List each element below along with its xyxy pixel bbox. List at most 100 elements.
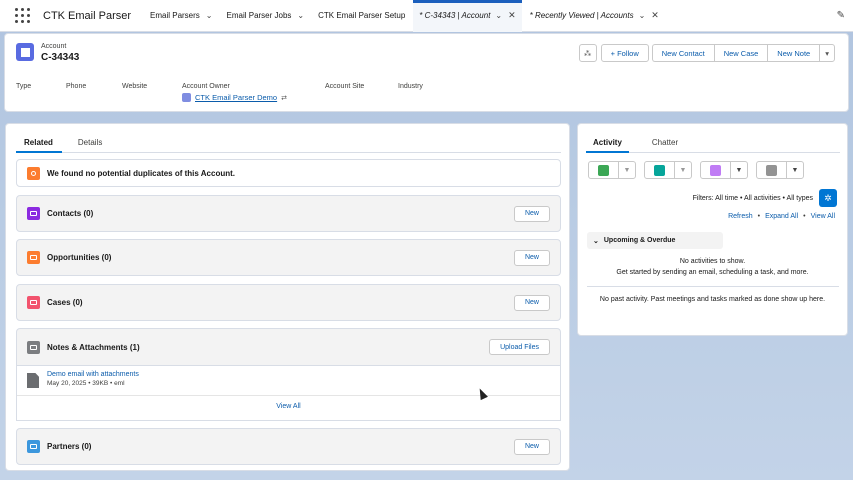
- attachment-meta: May 20, 2025 • 39KB • eml: [47, 380, 125, 387]
- chevron-down-icon[interactable]: ⌄: [639, 11, 646, 20]
- new-case-button[interactable]: New Case: [713, 44, 768, 62]
- chevron-down-icon[interactable]: ▼: [731, 162, 747, 178]
- send-email-button[interactable]: ▼: [756, 161, 804, 179]
- change-owner-icon[interactable]: ⇄: [281, 94, 287, 102]
- get-started-text: Get started by sending an email, schedul…: [616, 269, 809, 276]
- field-label: Type: [16, 83, 32, 90]
- log-call-button[interactable]: ▼: [644, 161, 692, 179]
- refresh-link[interactable]: Refresh: [728, 213, 753, 220]
- record-actions: ⁂ + Follow New Contact New Case New Note…: [578, 44, 835, 62]
- new-contact-button[interactable]: New Contact: [651, 44, 714, 62]
- view-all-attachments-link[interactable]: View All: [17, 403, 560, 410]
- nav-tab-email-parser-jobs[interactable]: Email Parser Jobs ⌄: [221, 0, 311, 32]
- highlights-fields: Type Phone Website Account Owner CTK Ema…: [16, 83, 836, 107]
- notes-icon: [27, 340, 40, 354]
- new-event-button[interactable]: ▼: [700, 161, 748, 179]
- tab-related[interactable]: Related: [16, 132, 62, 153]
- nav-tab-label: * C-34343 | Account: [419, 11, 491, 20]
- close-icon[interactable]: ✕: [508, 10, 516, 21]
- chevron-down-icon[interactable]: ▼: [787, 162, 803, 178]
- tab-activity[interactable]: Activity: [586, 132, 629, 153]
- upload-files-button[interactable]: Upload Files: [489, 339, 550, 355]
- filter-settings-gear-icon[interactable]: ✲: [819, 189, 837, 207]
- global-nav: CTK Email Parser Email Parsers ⌄ Email P…: [0, 0, 853, 32]
- field-label: Account Site: [325, 83, 365, 90]
- new-opportunity-button[interactable]: New: [513, 249, 550, 266]
- attachment-link[interactable]: Demo email with attachments: [47, 371, 139, 378]
- related-panel: Related Details We found no potential du…: [5, 123, 570, 471]
- new-note-button[interactable]: New Note: [767, 44, 820, 62]
- duplicates-message: We found no potential duplicates of this…: [47, 168, 235, 178]
- log-task-button[interactable]: ▼: [588, 161, 636, 179]
- card-title[interactable]: Partners (0): [47, 442, 91, 451]
- list-item: Demo email with attachments May 20, 2025…: [27, 371, 139, 388]
- field-industry: Industry: [398, 83, 423, 90]
- field-label: Account Owner: [182, 83, 230, 90]
- case-briefcase-icon: [27, 296, 40, 309]
- object-type: Account: [41, 43, 67, 50]
- field-label: Phone: [66, 83, 87, 90]
- nav-tab-label: Email Parsers: [150, 11, 200, 20]
- partners-card: Partners (0) New: [16, 428, 561, 465]
- more-actions-button[interactable]: ▾: [819, 44, 835, 62]
- new-partner-button[interactable]: New: [513, 438, 550, 455]
- card-title[interactable]: Opportunities (0): [47, 253, 111, 262]
- card-title[interactable]: Cases (0): [47, 298, 83, 307]
- app-launcher-icon[interactable]: [15, 7, 31, 24]
- activity-panel: Activity Chatter ▼ ▼ ▼ ▼ Filters: All ti…: [577, 123, 848, 336]
- email-icon: [766, 164, 777, 176]
- separator-dot: •: [803, 213, 806, 220]
- chevron-down-icon[interactable]: ⌄: [495, 11, 502, 20]
- chevron-down-icon[interactable]: ⌄: [206, 11, 213, 20]
- follow-button[interactable]: + Follow: [600, 44, 649, 62]
- field-website: Website: [122, 83, 147, 90]
- tab-details[interactable]: Details: [70, 132, 111, 153]
- partner-icon: [27, 440, 40, 453]
- close-icon[interactable]: ✕: [651, 10, 659, 21]
- tab-chatter[interactable]: Chatter: [645, 132, 685, 153]
- owner-value[interactable]: CTK Email Parser Demo ⇄: [182, 93, 287, 102]
- chevron-down-icon[interactable]: ▼: [619, 162, 635, 178]
- hierarchy-icon: ⁂: [583, 48, 592, 58]
- duplicate-warning-icon: [27, 166, 40, 180]
- chevron-down-icon[interactable]: ⌄: [297, 11, 304, 20]
- field-label: Website: [122, 83, 148, 90]
- hierarchy-button[interactable]: ⁂: [578, 44, 597, 62]
- new-contact-related-button[interactable]: New: [513, 205, 550, 222]
- nav-tab-email-parsers[interactable]: Email Parsers ⌄: [144, 0, 219, 32]
- nav-tab-account-record[interactable]: * C-34343 | Account ⌄ ✕: [413, 0, 522, 32]
- card-title[interactable]: Notes & Attachments (1): [47, 343, 140, 352]
- field-account-site: Account Site: [325, 83, 364, 90]
- right-tabset: Activity Chatter: [586, 132, 840, 153]
- contact-icon: [27, 207, 40, 220]
- notes-attachments-card: Notes & Attachments (1) Upload Files: [16, 328, 561, 366]
- file-icon: [27, 373, 39, 388]
- cases-card: Cases (0) New: [16, 284, 561, 321]
- user-avatar-icon: [182, 93, 191, 102]
- nav-tab-email-parser-setup[interactable]: CTK Email Parser Setup: [312, 0, 411, 32]
- card-title[interactable]: Contacts (0): [47, 209, 93, 218]
- divider: [587, 286, 839, 287]
- field-phone: Phone: [66, 83, 86, 90]
- task-icon: [598, 164, 609, 176]
- chevron-down-icon[interactable]: ▼: [675, 162, 691, 178]
- owner-link[interactable]: CTK Email Parser Demo: [195, 93, 277, 102]
- nav-tab-label: * Recently Viewed | Accounts: [529, 11, 634, 20]
- edit-nav-pencil-icon[interactable]: ✎: [837, 10, 845, 21]
- left-tabset: Related Details: [16, 132, 561, 153]
- field-label: Industry: [398, 83, 423, 90]
- app-name: CTK Email Parser: [43, 9, 132, 22]
- field-type: Type: [16, 83, 31, 90]
- expand-all-link[interactable]: Expand All: [765, 213, 798, 220]
- contacts-card: Contacts (0) New: [16, 195, 561, 232]
- nav-tab-recently-viewed[interactable]: * Recently Viewed | Accounts ⌄ ✕: [524, 0, 665, 32]
- field-owner: Account Owner CTK Email Parser Demo ⇄: [182, 83, 287, 102]
- nav-tab-label: CTK Email Parser Setup: [318, 11, 406, 20]
- view-all-activity-link[interactable]: View All: [811, 213, 835, 220]
- new-case-related-button[interactable]: New: [513, 294, 550, 311]
- opportunity-crown-icon: [27, 251, 40, 264]
- call-icon: [654, 164, 665, 176]
- upcoming-overdue-section[interactable]: ⌄ Upcoming & Overdue: [587, 232, 723, 249]
- action-button-group: New Contact New Case New Note ▾: [651, 44, 835, 62]
- separator-dot: •: [757, 213, 761, 220]
